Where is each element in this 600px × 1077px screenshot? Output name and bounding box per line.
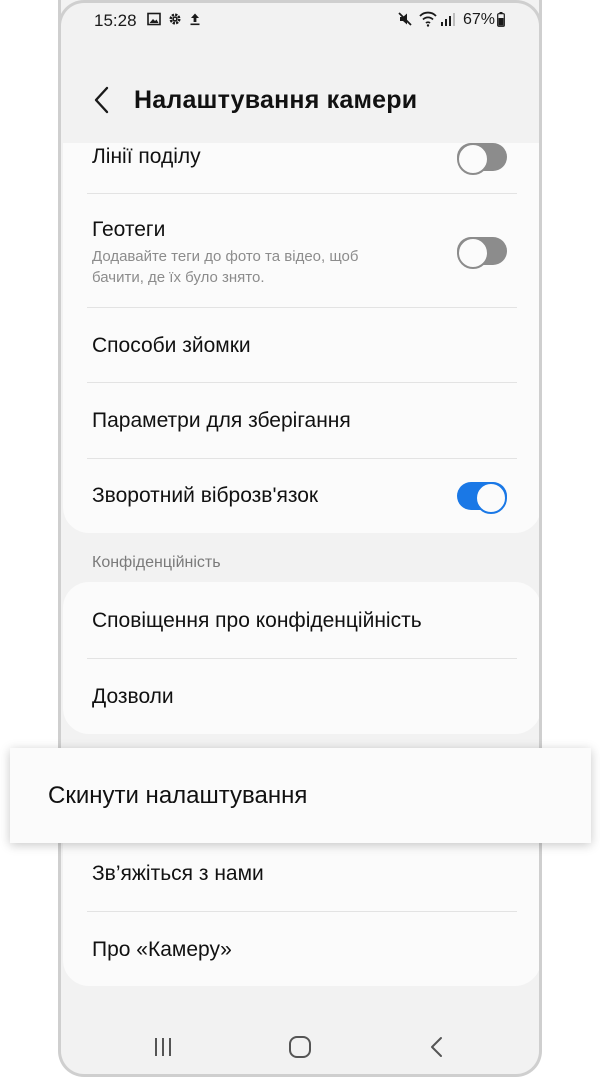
- geotags-toggle[interactable]: [457, 237, 507, 269]
- upload-icon: [190, 13, 200, 26]
- setting-about-camera[interactable]: Про «Камеру»: [63, 912, 539, 986]
- signal-icon: [441, 13, 455, 26]
- camera-settings-card: Лінії поділу Геотеги Додавайте теги до ф…: [63, 143, 539, 533]
- permissions-label: Дозволи: [92, 685, 174, 708]
- privacy-card: Сповіщення про конфіденційність Дозволи: [63, 582, 539, 734]
- status-time: 15:28: [94, 11, 137, 30]
- setting-geotags[interactable]: Геотеги Додавайте теги до фото та відео,…: [63, 194, 539, 307]
- grid-lines-toggle[interactable]: [457, 143, 507, 175]
- geotags-description: Додавайте теги до фото та відео, щоб бач…: [92, 248, 359, 286]
- gear-icon: [169, 13, 181, 25]
- about-camera-label: Про «Камеру»: [92, 938, 232, 961]
- home-icon[interactable]: [285, 1032, 315, 1062]
- app-header: Налаштування камери: [61, 70, 539, 134]
- storage-options-label: Параметри для зберігання: [92, 409, 351, 432]
- page-title: Налаштування камери: [134, 86, 418, 114]
- vibration-feedback-label: Зворотний віброзв'язок: [92, 484, 319, 507]
- phone-frame: 15:28 67% Налаштування камери Лінії поді…: [58, 0, 542, 1077]
- geotags-label: Геотеги: [92, 218, 166, 241]
- recents-icon[interactable]: [148, 1032, 178, 1062]
- wifi-icon: [419, 11, 437, 27]
- navigation-bar: [61, 1020, 539, 1074]
- setting-privacy-notice[interactable]: Сповіщення про конфіденційність: [63, 582, 539, 658]
- setting-grid-lines[interactable]: Лінії поділу: [63, 143, 539, 195]
- mute-icon: [398, 12, 412, 26]
- reset-settings-callout[interactable]: Скинути налаштування: [10, 748, 591, 843]
- setting-shooting-methods[interactable]: Способи зйомки: [63, 308, 539, 382]
- setting-permissions[interactable]: Дозволи: [63, 659, 539, 734]
- setting-vibration-feedback[interactable]: Зворотний віброзв'язок: [63, 459, 539, 533]
- battery-icon: [497, 12, 505, 27]
- gallery-icon: [147, 12, 161, 26]
- setting-storage-options[interactable]: Параметри для зберігання: [63, 383, 539, 458]
- vibration-feedback-toggle[interactable]: [457, 482, 507, 514]
- about-card: Зв’яжіться з нами Про «Камеру»: [63, 836, 539, 986]
- status-bar: 15:28 67%: [61, 0, 539, 42]
- privacy-section-label: Конфіденційність: [92, 554, 221, 571]
- grid-lines-label: Лінії поділу: [92, 145, 201, 168]
- battery-percent: 67%: [462, 11, 495, 28]
- reset-settings-label: Скинути налаштування: [48, 782, 308, 809]
- shooting-methods-label: Способи зйомки: [92, 334, 251, 357]
- back-arrow-icon[interactable]: [85, 82, 121, 118]
- nav-back-icon[interactable]: [422, 1032, 452, 1062]
- privacy-notice-label: Сповіщення про конфіденційність: [92, 609, 422, 632]
- contact-us-label: Зв’яжіться з нами: [92, 862, 264, 885]
- setting-contact-us[interactable]: Зв’яжіться з нами: [63, 836, 539, 912]
